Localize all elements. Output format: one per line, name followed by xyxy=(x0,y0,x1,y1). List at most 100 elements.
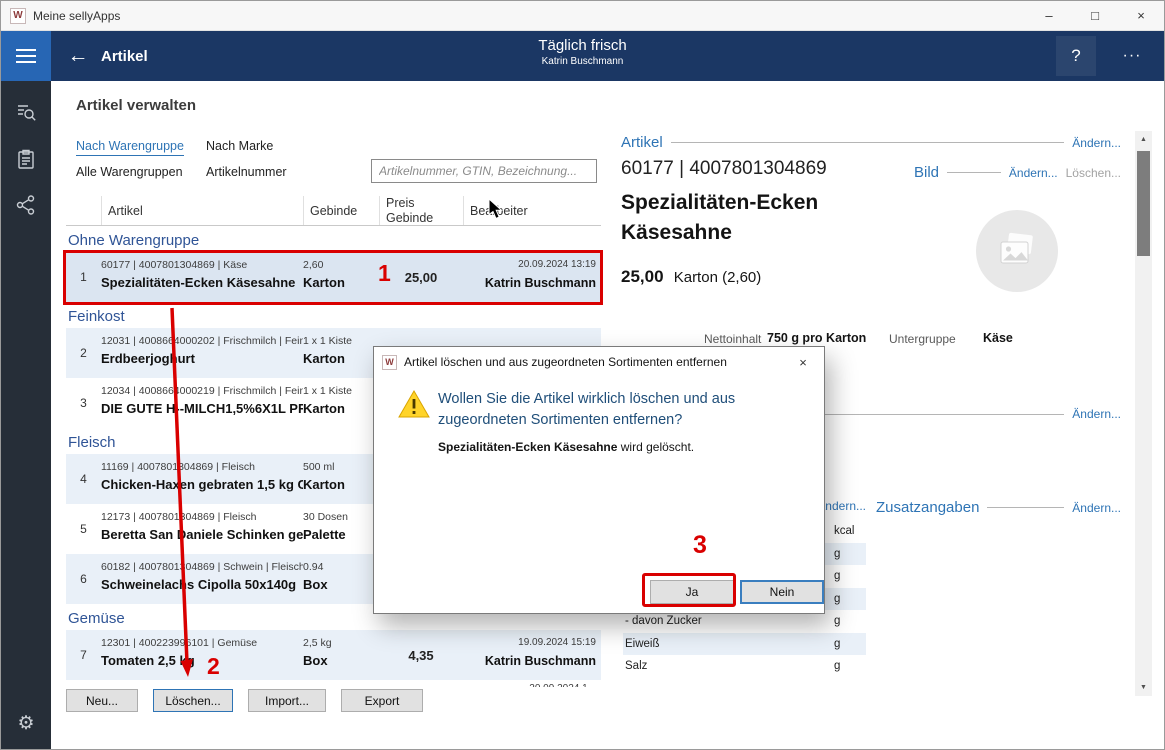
delete-confirmation-dialog: W Artikel löschen und aus zugeordneten S… xyxy=(373,346,825,614)
row-name: DIE GUTE H--MILCH1,5%6X1L PFA... xyxy=(101,399,303,420)
scan-search-icon[interactable] xyxy=(1,93,51,133)
col-header-artikel[interactable]: Artikel xyxy=(101,196,303,225)
more-options-button[interactable]: ··· xyxy=(1110,31,1154,81)
warning-triangle-icon xyxy=(398,389,430,424)
page-title: Artikel verwalten xyxy=(76,97,196,114)
row-meta: 11169 | 4007801304869 | Fleisch xyxy=(101,459,303,475)
delete-image-link[interactable]: Löschen... xyxy=(1066,166,1121,180)
new-button[interactable]: Neu... xyxy=(66,689,138,712)
row-gebinde-meta: 2,5 kg xyxy=(303,635,379,651)
change-image-link[interactable]: Ändern... xyxy=(1009,166,1058,180)
row-meta: 12301 | 400223996101 | Gemüse xyxy=(101,635,303,651)
app-window: W Meine sellyApps – □ × ← Artikel Täglic… xyxy=(0,0,1165,750)
nutrition-unit: g xyxy=(834,638,866,650)
scrollbar-thumb[interactable] xyxy=(1137,151,1150,256)
row-number: 7 xyxy=(66,630,101,680)
netto-value: 750 g pro Karton xyxy=(767,331,866,345)
row-gebinde-meta: 1 x 1 Kiste xyxy=(303,383,379,399)
row-gebinde: Karton xyxy=(303,399,379,420)
detail-scrollbar[interactable]: ▲ ▼ xyxy=(1135,131,1152,696)
col-header-preis-line2: Gebinde xyxy=(386,211,433,225)
connections-icon[interactable] xyxy=(1,185,51,225)
row-price: 4,35 xyxy=(379,630,463,680)
close-button[interactable]: × xyxy=(1118,1,1164,31)
table-row[interactable]: 7 12301 | 400223996101 | GemüseTomaten 2… xyxy=(66,630,601,680)
tab-nach-warengruppe[interactable]: Nach Warengruppe xyxy=(76,139,184,156)
nutrition-row: Eiweißg xyxy=(623,633,866,656)
row-name: Erdbeerjoghurt xyxy=(101,349,303,370)
change-properties-link[interactable]: Ändern... xyxy=(1072,407,1121,421)
col-header-gebinde[interactable]: Gebinde xyxy=(303,196,379,225)
row-gebinde: Palette xyxy=(303,525,379,546)
row-gebinde: Box xyxy=(303,575,379,596)
back-arrow-icon[interactable]: ← xyxy=(59,31,97,81)
change-article-link[interactable]: Ändern... xyxy=(1072,136,1121,150)
row-date: 20.09.2024 13:19 xyxy=(463,257,596,273)
nutrition-unit: g xyxy=(834,660,866,672)
dialog-item-name: Spezialitäten-Ecken Käsesahne xyxy=(438,440,617,454)
row-meta: 12173 | 4007801304869 | Fleisch xyxy=(101,509,303,525)
dialog-close-icon[interactable]: × xyxy=(782,347,824,377)
row-number: 6 xyxy=(66,554,101,604)
scroll-up-icon[interactable]: ▲ xyxy=(1135,131,1152,148)
zusatz-title: Zusatzangaben xyxy=(876,499,979,516)
row-name: Spezialitäten-Ecken Käsesahne xyxy=(101,273,303,294)
settings-gear-icon[interactable]: ⚙ xyxy=(1,703,51,743)
divider xyxy=(987,507,1064,508)
row-number: 1 xyxy=(66,252,101,302)
dialog-yes-button[interactable]: Ja xyxy=(650,580,734,604)
col-header-preis[interactable]: Preis Gebinde xyxy=(379,196,463,225)
dialog-item-suffix: wird gelöscht. xyxy=(617,440,694,454)
row-meta: 12034 | 4008664000219 | Frischmilch | Fe… xyxy=(101,383,303,399)
nutrition-unit: g xyxy=(834,593,866,605)
detail-section-zusatz: Zusatzangaben Ändern... xyxy=(876,499,1121,516)
section-title: Artikel xyxy=(621,134,663,151)
image-section-title: Bild xyxy=(914,164,939,181)
row-gebinde-meta: 2,60 xyxy=(303,257,379,273)
nutrition-unit: g xyxy=(834,548,866,560)
row-editor: Katrin Buschmann xyxy=(463,273,596,293)
window-title: Meine sellyApps xyxy=(33,9,120,23)
subgroup-label: Untergruppe xyxy=(889,332,956,346)
article-number: 60177 | 4007801304869 xyxy=(621,158,827,180)
row-meta: 60177 | 4007801304869 | Käse xyxy=(101,257,303,273)
table-header: Artikel Gebinde Preis Gebinde Bearbeiter xyxy=(66,196,601,226)
row-gebinde: Karton xyxy=(303,273,379,294)
minimize-button[interactable]: – xyxy=(1026,1,1072,31)
export-button[interactable]: Export xyxy=(341,689,423,712)
change-zusatz-link[interactable]: Ändern... xyxy=(1072,501,1121,515)
maximize-button[interactable]: □ xyxy=(1072,1,1118,31)
filter-article-number[interactable]: Artikelnummer xyxy=(206,165,287,179)
dialog-no-button[interactable]: Nein xyxy=(740,580,824,604)
search-input[interactable] xyxy=(371,159,597,183)
table-row[interactable]: 1 60177 | 4007801304869 | KäseSpezialitä… xyxy=(66,252,601,302)
article-name-line2: Käsesahne xyxy=(621,221,732,245)
row-price: 25,00 xyxy=(379,252,463,302)
row-number: 3 xyxy=(66,378,101,428)
filter-all-groups[interactable]: Alle Warengruppen xyxy=(76,165,183,179)
article-list-icon[interactable] xyxy=(1,139,51,179)
dialog-logo-icon: W xyxy=(382,355,397,370)
article-image-placeholder[interactable] xyxy=(976,210,1058,292)
table-row-partial[interactable]: 20.09.2024 1... xyxy=(66,680,601,687)
article-name-line1: Spezialitäten-Ecken xyxy=(621,191,818,215)
tab-nach-marke[interactable]: Nach Marke xyxy=(206,139,273,153)
dialog-title: Artikel löschen und aus zugeordneten Sor… xyxy=(404,355,727,369)
delete-button[interactable]: Löschen... xyxy=(153,689,233,712)
detail-section-bild: Bild Ändern... Löschen... xyxy=(914,164,1121,181)
row-meta: 12031 | 4008664000202 | Frischmilch | Fe… xyxy=(101,333,303,349)
col-header-bearbeiter[interactable]: Bearbeiter xyxy=(463,196,601,225)
scroll-down-icon[interactable]: ▼ xyxy=(1135,679,1152,696)
row-gebinde-meta: 0.94 xyxy=(303,559,379,575)
dialog-item-line: Spezialitäten-Ecken Käsesahne wird gelös… xyxy=(438,440,694,454)
hamburger-menu-icon[interactable] xyxy=(1,31,51,81)
price-unit: Karton (2,60) xyxy=(674,269,762,286)
help-button[interactable]: ? xyxy=(1056,36,1096,76)
image-placeholder-icon xyxy=(996,232,1038,270)
account-name: Täglich frisch xyxy=(538,37,626,54)
dialog-message-line1: Wollen Sie die Artikel wirklich löschen … xyxy=(438,389,735,410)
article-price: 25,00 Karton (2,60) xyxy=(621,267,761,287)
dialog-message-line2: zugeordneten Sortimenten entfernen? xyxy=(438,410,735,431)
import-button[interactable]: Import... xyxy=(248,689,326,712)
sidebar: ⚙ xyxy=(1,81,51,749)
